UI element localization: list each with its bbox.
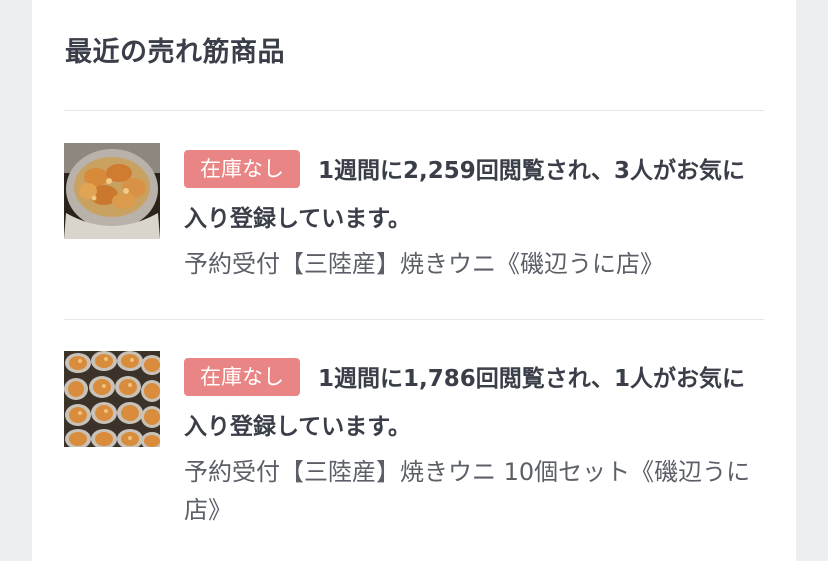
grilled-sea-urchin-photo-icon bbox=[64, 143, 160, 239]
product-headline: 在庫なし 1週間に2,259回閲覧され、3人がお気に入り登録しています。 bbox=[184, 147, 764, 243]
section-title: 最近の売れ筋商品 bbox=[65, 37, 285, 68]
grilled-sea-urchin-set-photo-icon bbox=[64, 351, 160, 447]
stock-badge: 在庫なし bbox=[184, 358, 300, 396]
stock-badge: 在庫なし bbox=[184, 150, 300, 188]
divider bbox=[64, 110, 764, 111]
product-name-link[interactable]: 予約受付【三陸産】焼きウニ《磯辺うに店》 bbox=[184, 245, 764, 283]
product-info: 在庫なし 1週間に2,259回閲覧され、3人がお気に入り登録しています。 予約受付… bbox=[184, 147, 764, 283]
bestsellers-card: 最近の売れ筋商品 在庫なし 1週間に2,259回閲覧され、3人がお気に入り登録し… bbox=[32, 0, 796, 561]
product-name-link[interactable]: 予約受付【三陸産】焼きウニ 10個セット《磯辺うに店》 bbox=[184, 453, 764, 529]
divider bbox=[64, 319, 764, 320]
product-thumbnail[interactable] bbox=[64, 143, 160, 239]
product-thumbnail[interactable] bbox=[64, 351, 160, 447]
product-headline: 在庫なし 1週間に1,786回閲覧され、1人がお気に入り登録しています。 bbox=[184, 355, 764, 451]
product-info: 在庫なし 1週間に1,786回閲覧され、1人がお気に入り登録しています。 予約受付… bbox=[184, 355, 764, 529]
